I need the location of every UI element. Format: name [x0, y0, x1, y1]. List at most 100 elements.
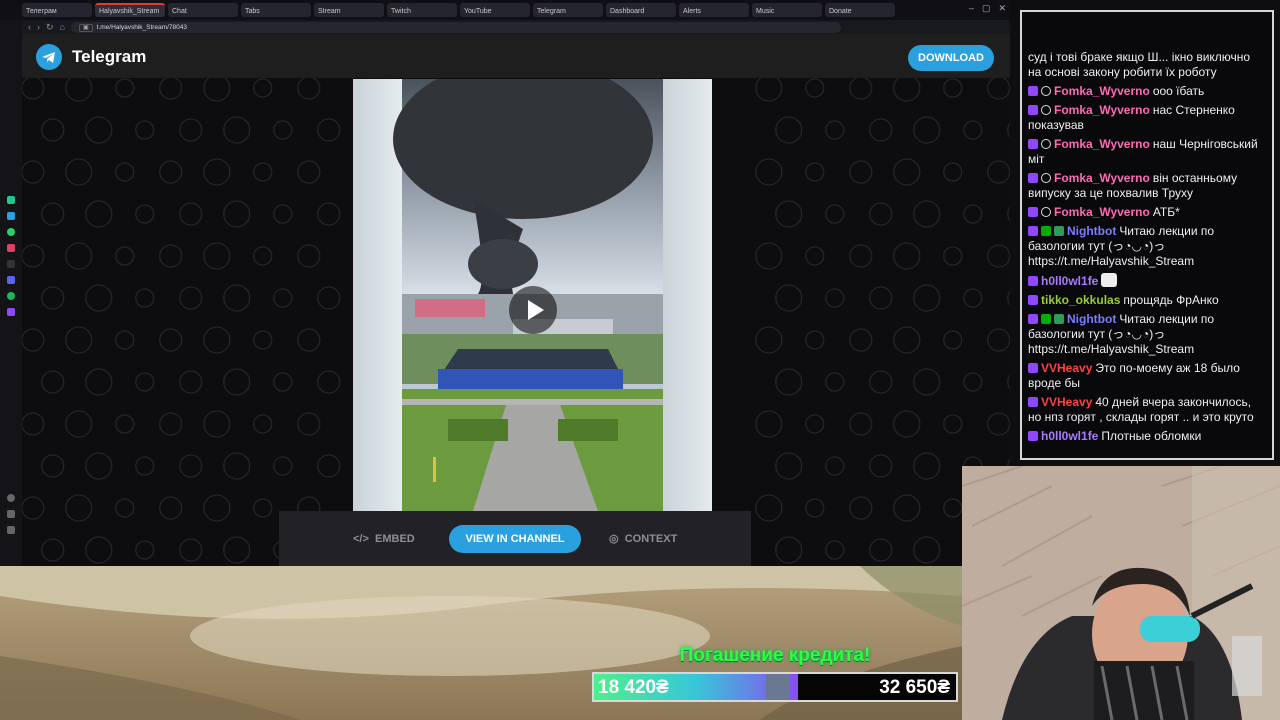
- home-icon[interactable]: ⌂: [60, 22, 65, 32]
- doodle-shape: [273, 372, 293, 392]
- tab-strip: Телеграм Halyavshik_Stream Chat Tabs Stream T…: [0, 0, 1010, 20]
- doodle-shape: [869, 454, 893, 478]
- doodle-shape: [41, 538, 65, 562]
- sidebar-history-icon[interactable]: [7, 494, 15, 502]
- chat-username[interactable]: VVHeavy: [1041, 361, 1092, 375]
- browser-tab[interactable]: Halyavshik_Stream: [95, 3, 165, 17]
- twitch-badge-icon: [1028, 295, 1038, 305]
- doodle-shape: [825, 204, 845, 224]
- close-icon[interactable]: ✕: [998, 3, 1006, 14]
- doodle-shape: [159, 244, 183, 268]
- chat-username[interactable]: Fomka_Wyverno: [1054, 103, 1150, 117]
- doodle-shape: [22, 78, 45, 100]
- telegram-page: Telegram DOWNLOAD </> EMBED VIEW IN CHAN…: [22, 34, 1010, 566]
- doodle-shape: [179, 454, 203, 478]
- doodle-shape: [223, 536, 251, 564]
- doodle-shape: [297, 328, 321, 352]
- chat-message: h0ll0wl1fe: [1028, 273, 1266, 289]
- forward-icon[interactable]: ›: [37, 22, 40, 32]
- doodle-shape: [203, 410, 231, 438]
- sidebar-telegram-icon[interactable]: [7, 212, 15, 220]
- browser-tab[interactable]: Телеграм: [22, 3, 92, 17]
- minimize-icon[interactable]: –: [969, 3, 974, 14]
- doodle-shape: [317, 202, 341, 226]
- video-player[interactable]: [353, 79, 712, 511]
- doodle-shape: [41, 286, 65, 310]
- browser-tab[interactable]: Donate: [825, 3, 895, 17]
- chat-username[interactable]: tikko_okkulas: [1041, 293, 1120, 307]
- chat-username[interactable]: VVHeavy: [1041, 395, 1092, 409]
- doodle-shape: [115, 162, 135, 182]
- doodle-shape: [297, 244, 321, 268]
- telegram-logo-icon[interactable]: [36, 44, 62, 70]
- doodle-shape: [805, 330, 825, 350]
- doodle-shape: [253, 162, 273, 182]
- browser-tab[interactable]: YouTube: [460, 3, 530, 17]
- chat-username[interactable]: Nightbot: [1067, 224, 1116, 238]
- browser-tab[interactable]: Dashboard: [606, 3, 676, 17]
- window-controls: – ▢ ✕: [969, 3, 1006, 14]
- download-button[interactable]: DOWNLOAD: [908, 45, 994, 71]
- browser-tab[interactable]: Music: [752, 3, 822, 17]
- doodle-shape: [22, 244, 45, 268]
- chat-username[interactable]: h0ll0wl1fe: [1041, 274, 1098, 288]
- doodle-shape: [135, 204, 155, 224]
- reload-icon[interactable]: ↻: [46, 22, 54, 33]
- doodle-shape: [297, 412, 321, 436]
- browser-toolbar: ‹ › ↻ ⌂ ▣ t.me/Halyavshik_Stream/78043: [22, 20, 1010, 34]
- doodle-shape: [22, 328, 45, 352]
- donation-goal-bar: 18 420₴ 32 650₴: [592, 672, 958, 702]
- browser-tab[interactable]: Telegram: [533, 3, 603, 17]
- browser-tab[interactable]: Alerts: [679, 3, 749, 17]
- sidebar-settings-icon[interactable]: [7, 526, 15, 534]
- sidebar-spotify-icon[interactable]: [7, 292, 15, 300]
- telegram-brand[interactable]: Telegram: [72, 47, 146, 67]
- doodle-shape: [775, 536, 803, 564]
- doodle-shape: [869, 286, 893, 310]
- doodle-shape: [179, 370, 203, 394]
- embed-button[interactable]: </> EMBED: [353, 525, 415, 553]
- sidebar-twitch-icon[interactable]: [7, 308, 15, 316]
- sidebar-discord-icon[interactable]: [7, 276, 15, 284]
- chat-text: АТБ*: [1152, 205, 1180, 219]
- play-button[interactable]: [509, 286, 557, 334]
- chat-username[interactable]: h0ll0wl1fe: [1041, 429, 1098, 443]
- browser-tab[interactable]: Twitch: [387, 3, 457, 17]
- chat-username[interactable]: Nightbot: [1067, 312, 1116, 326]
- doodle-shape: [869, 202, 893, 226]
- doodle-shape: [223, 200, 251, 228]
- browser-sidebar: [0, 20, 22, 566]
- context-button[interactable]: ◎ CONTEXT: [609, 525, 677, 553]
- sidebar-x-icon[interactable]: [7, 260, 15, 268]
- address-bar[interactable]: ▣ t.me/Halyavshik_Stream/78043: [70, 21, 841, 33]
- doodle-shape: [273, 204, 293, 224]
- doodle-shape: [253, 246, 273, 266]
- doodle-shape: [755, 158, 783, 186]
- doodle-shape: [179, 202, 203, 226]
- doodle-shape: [849, 412, 873, 436]
- view-in-channel-button[interactable]: VIEW IN CHANNEL: [449, 525, 581, 553]
- sidebar-messenger-icon[interactable]: [7, 196, 15, 204]
- doodle-shape: [755, 410, 783, 438]
- doodle-shape: [849, 78, 873, 100]
- doodle-shape: [253, 498, 273, 518]
- site-info-icon[interactable]: ▣: [78, 23, 93, 32]
- doodle-shape: [755, 78, 783, 102]
- chat-message: суд і тові браке якщо Ш... ікно виключно…: [1028, 50, 1266, 80]
- chat-username[interactable]: Fomka_Wyverno: [1054, 84, 1150, 98]
- doodle-shape: [85, 284, 113, 312]
- sidebar-downloads-icon[interactable]: [7, 510, 15, 518]
- maximize-icon[interactable]: ▢: [982, 3, 991, 14]
- doodle-shape: [943, 498, 963, 518]
- chat-username[interactable]: Fomka_Wyverno: [1054, 205, 1150, 219]
- twitch-badge-icon: [1028, 363, 1038, 373]
- browser-tab[interactable]: Stream: [314, 3, 384, 17]
- browser-tab[interactable]: Chat: [168, 3, 238, 17]
- back-icon[interactable]: ‹: [28, 22, 31, 32]
- browser-tab[interactable]: Tabs: [241, 3, 311, 17]
- donation-goal-current: 18 420₴: [598, 677, 669, 698]
- chat-username[interactable]: Fomka_Wyverno: [1054, 137, 1150, 151]
- chat-username[interactable]: Fomka_Wyverno: [1054, 171, 1150, 185]
- sidebar-instagram-icon[interactable]: [7, 244, 15, 252]
- sidebar-whatsapp-icon[interactable]: [7, 228, 15, 236]
